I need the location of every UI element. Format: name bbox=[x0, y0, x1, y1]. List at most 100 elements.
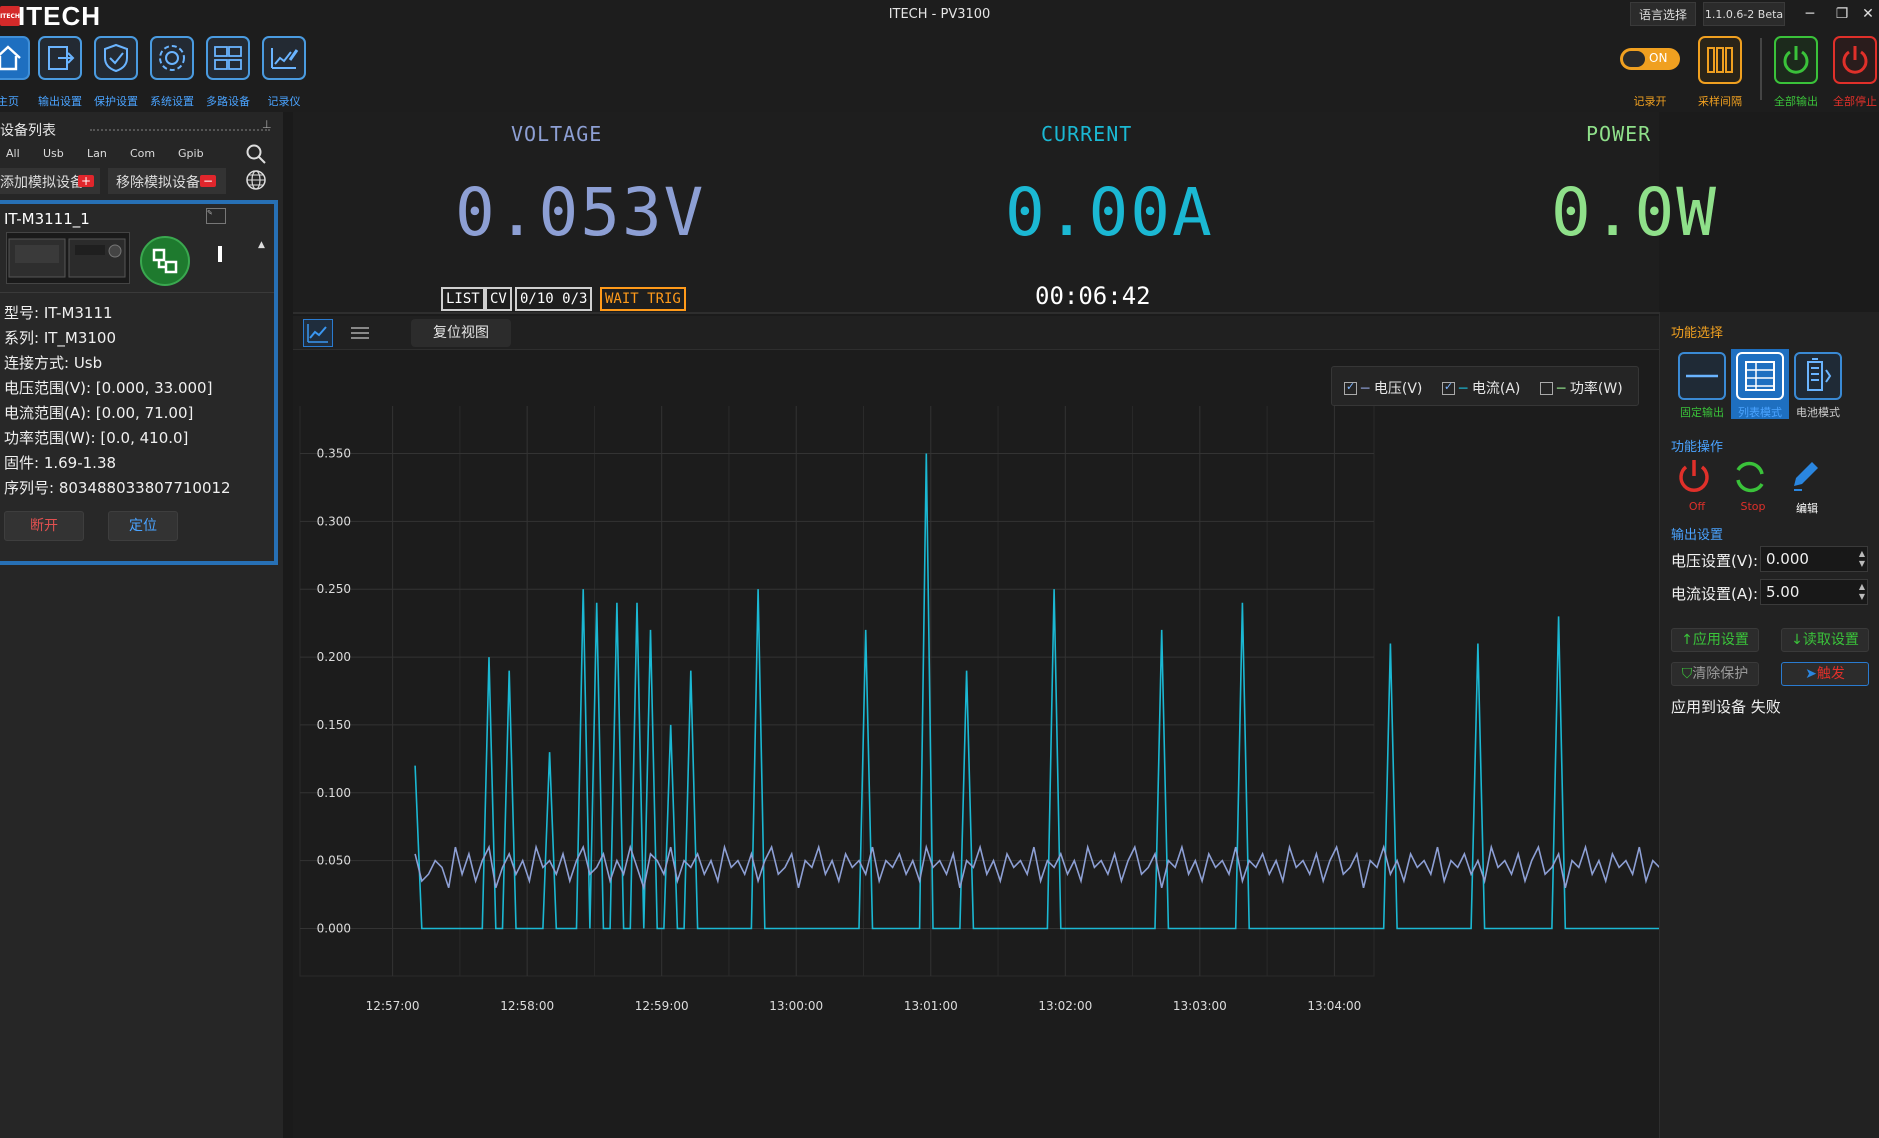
toolbar-recorder-label: 记录仪 bbox=[267, 95, 301, 108]
device-card[interactable]: IT-M3111_1 ✎ ▲ 型号: IT-M3111 系列: IT_M3100… bbox=[0, 200, 278, 565]
toolbar-protect-settings[interactable]: 保护设置 bbox=[88, 36, 144, 112]
filter-com[interactable]: Com bbox=[130, 147, 155, 160]
all-stop-button[interactable]: 全部停止 bbox=[1825, 36, 1879, 112]
legend-voltage[interactable]: ─ 电压(V) bbox=[1344, 378, 1422, 398]
sample-interval-button[interactable]: 采样间隔 bbox=[1690, 36, 1750, 112]
toolbar-output-settings[interactable]: 输出设置 bbox=[32, 36, 88, 112]
minimize-button[interactable]: ─ bbox=[1798, 2, 1822, 26]
power-checkbox[interactable] bbox=[1540, 382, 1553, 395]
function-ops-title: 功能操作 bbox=[1671, 440, 1724, 455]
edit-button[interactable]: 编辑 bbox=[1782, 454, 1832, 516]
device-current-range: 电流范围(A): [0.00, 71.00] bbox=[4, 404, 194, 422]
off-label: Off bbox=[1688, 500, 1706, 513]
globe-icon[interactable] bbox=[245, 169, 267, 191]
toolbar-multi-device[interactable]: 多路设备 bbox=[200, 36, 256, 112]
shield-check-icon: ⛉ bbox=[1681, 666, 1693, 682]
current-checkbox[interactable] bbox=[1442, 380, 1455, 395]
x-tick-label: 13:00:00 bbox=[769, 999, 823, 1013]
plot-frame bbox=[299, 406, 1375, 977]
chart-view-button[interactable] bbox=[303, 319, 333, 347]
record-toggle-switch[interactable]: ON bbox=[1620, 48, 1680, 70]
reset-view-button[interactable]: 复位视图 bbox=[411, 319, 511, 347]
device-power-range: 功率范围(W): [0.0, 410.0] bbox=[4, 429, 189, 447]
apply-settings-button[interactable]: ↑应用设置 bbox=[1671, 628, 1759, 652]
sample-interval-icon bbox=[1698, 36, 1742, 84]
list-mode-icon bbox=[1736, 352, 1784, 400]
power-line-swatch: ─ bbox=[1557, 381, 1566, 397]
toolbar-system-settings[interactable]: 系统设置 bbox=[144, 36, 200, 112]
current-spinner[interactable]: ▲ ▼ bbox=[1859, 582, 1865, 602]
record-on-label: 记录开 bbox=[1633, 95, 1667, 108]
multi-device-icon bbox=[206, 36, 250, 80]
record-toggle[interactable]: ON 记录开 bbox=[1620, 36, 1680, 112]
device-name: IT-M3111_1 bbox=[4, 210, 90, 228]
current-line-swatch: ─ bbox=[1459, 381, 1468, 397]
off-button[interactable]: Off bbox=[1672, 454, 1722, 516]
search-icon[interactable] bbox=[245, 143, 267, 165]
stop-button[interactable]: Stop bbox=[1728, 454, 1778, 516]
current-label: CURRENT bbox=[1041, 122, 1133, 146]
read-settings-button[interactable]: ↓读取设置 bbox=[1781, 628, 1869, 652]
y-tick-label: 0.350 bbox=[317, 447, 351, 461]
recorder-icon bbox=[262, 36, 306, 80]
version-badge: 1.1.0.6-2 Beta bbox=[1703, 2, 1785, 26]
device-image bbox=[6, 232, 130, 284]
panel-splitter[interactable] bbox=[283, 112, 293, 1138]
send-icon: ➤ bbox=[1805, 666, 1817, 682]
collapse-icon[interactable]: ▲ bbox=[258, 240, 265, 250]
status-message: 应用到设备 失败 bbox=[1671, 698, 1781, 716]
function-panel: 功能选择 固定输出 列表模式 电池模式 功能操作 Off Stop 编辑 输出设… bbox=[1659, 312, 1879, 1138]
clear-protection-button[interactable]: ⛉清除保护 bbox=[1671, 662, 1759, 686]
locate-button[interactable]: 定位 bbox=[108, 511, 178, 541]
voltage-value: 0.053V bbox=[455, 174, 706, 251]
toolbar-recorder[interactable]: 记录仪 bbox=[256, 36, 312, 112]
disconnect-button[interactable]: 断开 bbox=[4, 511, 84, 541]
filter-usb[interactable]: Usb bbox=[43, 147, 64, 160]
gear-icon bbox=[150, 36, 194, 80]
voltage-set-input[interactable]: 0.000 ▲ ▼ bbox=[1760, 546, 1868, 572]
x-tick-label: 12:58:00 bbox=[500, 999, 554, 1013]
current-set-input[interactable]: 5.00 ▲ ▼ bbox=[1760, 579, 1868, 605]
title-bar: ITECH ITECH ITECH - PV3100 语言选择 1.1.0.6-… bbox=[0, 0, 1879, 31]
y-tick-label: 0.100 bbox=[317, 786, 351, 800]
voltage-checkbox[interactable] bbox=[1344, 380, 1357, 395]
y-tick-label: 0.050 bbox=[317, 854, 351, 868]
filter-all[interactable]: All bbox=[6, 147, 20, 160]
remove-simulated-device-button[interactable]: 移除模拟设备 − bbox=[108, 168, 226, 194]
chart-legend: ─ 电压(V) ─ 电流(A) ─ 功率(W) bbox=[1331, 366, 1639, 406]
add-simulated-device-button[interactable]: 添加模拟设备 + bbox=[0, 168, 100, 194]
power-icon bbox=[1679, 460, 1709, 492]
trigger-button[interactable]: ➤触发 bbox=[1781, 662, 1869, 686]
all-output-button[interactable]: 全部输出 bbox=[1766, 36, 1826, 112]
voltage-set-label: 电压设置(V): bbox=[1671, 552, 1759, 570]
power-off-icon bbox=[1833, 36, 1877, 84]
battery-mode-button[interactable]: 电池模式 bbox=[1792, 352, 1844, 422]
voltage-spinner[interactable]: ▲ ▼ bbox=[1859, 549, 1865, 569]
y-tick-label: 0.300 bbox=[317, 514, 351, 528]
remove-icon: − bbox=[200, 175, 216, 187]
filter-lan[interactable]: Lan bbox=[87, 147, 107, 160]
function-select-title: 功能选择 bbox=[1671, 326, 1724, 341]
restore-button[interactable]: ❐ bbox=[1830, 2, 1854, 26]
fixed-output-mode-button[interactable]: 固定输出 bbox=[1676, 352, 1728, 422]
home-icon bbox=[0, 36, 30, 80]
legend-power[interactable]: ─ 功率(W) bbox=[1540, 378, 1623, 398]
elapsed-timer: 00:06:42 bbox=[1035, 282, 1151, 310]
toggle-knob bbox=[1623, 51, 1645, 67]
line-chart[interactable]: 12:57:00 12:58:00 12:59:00 13:00:00 13:01:00… bbox=[293, 406, 1659, 1138]
pin-icon[interactable]: ⊥ bbox=[262, 118, 272, 131]
voltage-label: VOLTAGE bbox=[511, 122, 603, 146]
pencil-icon bbox=[1794, 462, 1818, 491]
list-view-button[interactable] bbox=[347, 321, 373, 345]
close-button[interactable]: ✕ bbox=[1856, 2, 1879, 26]
language-select-button[interactable]: 语言选择 bbox=[1630, 2, 1696, 26]
add-icon: + bbox=[78, 175, 94, 187]
main-toolbar: 主页 输出设置 保护设置 系统设置 多路设备 记录仪 ON 记录开 采样间隔 全… bbox=[0, 30, 1879, 112]
legend-current[interactable]: ─ 电流(A) bbox=[1442, 378, 1520, 398]
add-simulated-device-label: 添加模拟设备 bbox=[0, 175, 84, 191]
trigger-label: 触发 bbox=[1816, 666, 1845, 682]
all-stop-label: 全部停止 bbox=[1833, 95, 1877, 108]
filter-gpib[interactable]: Gpib bbox=[178, 147, 204, 160]
edit-alias-icon[interactable]: ✎ bbox=[206, 208, 226, 224]
list-mode-button[interactable]: 列表模式 bbox=[1731, 349, 1789, 422]
